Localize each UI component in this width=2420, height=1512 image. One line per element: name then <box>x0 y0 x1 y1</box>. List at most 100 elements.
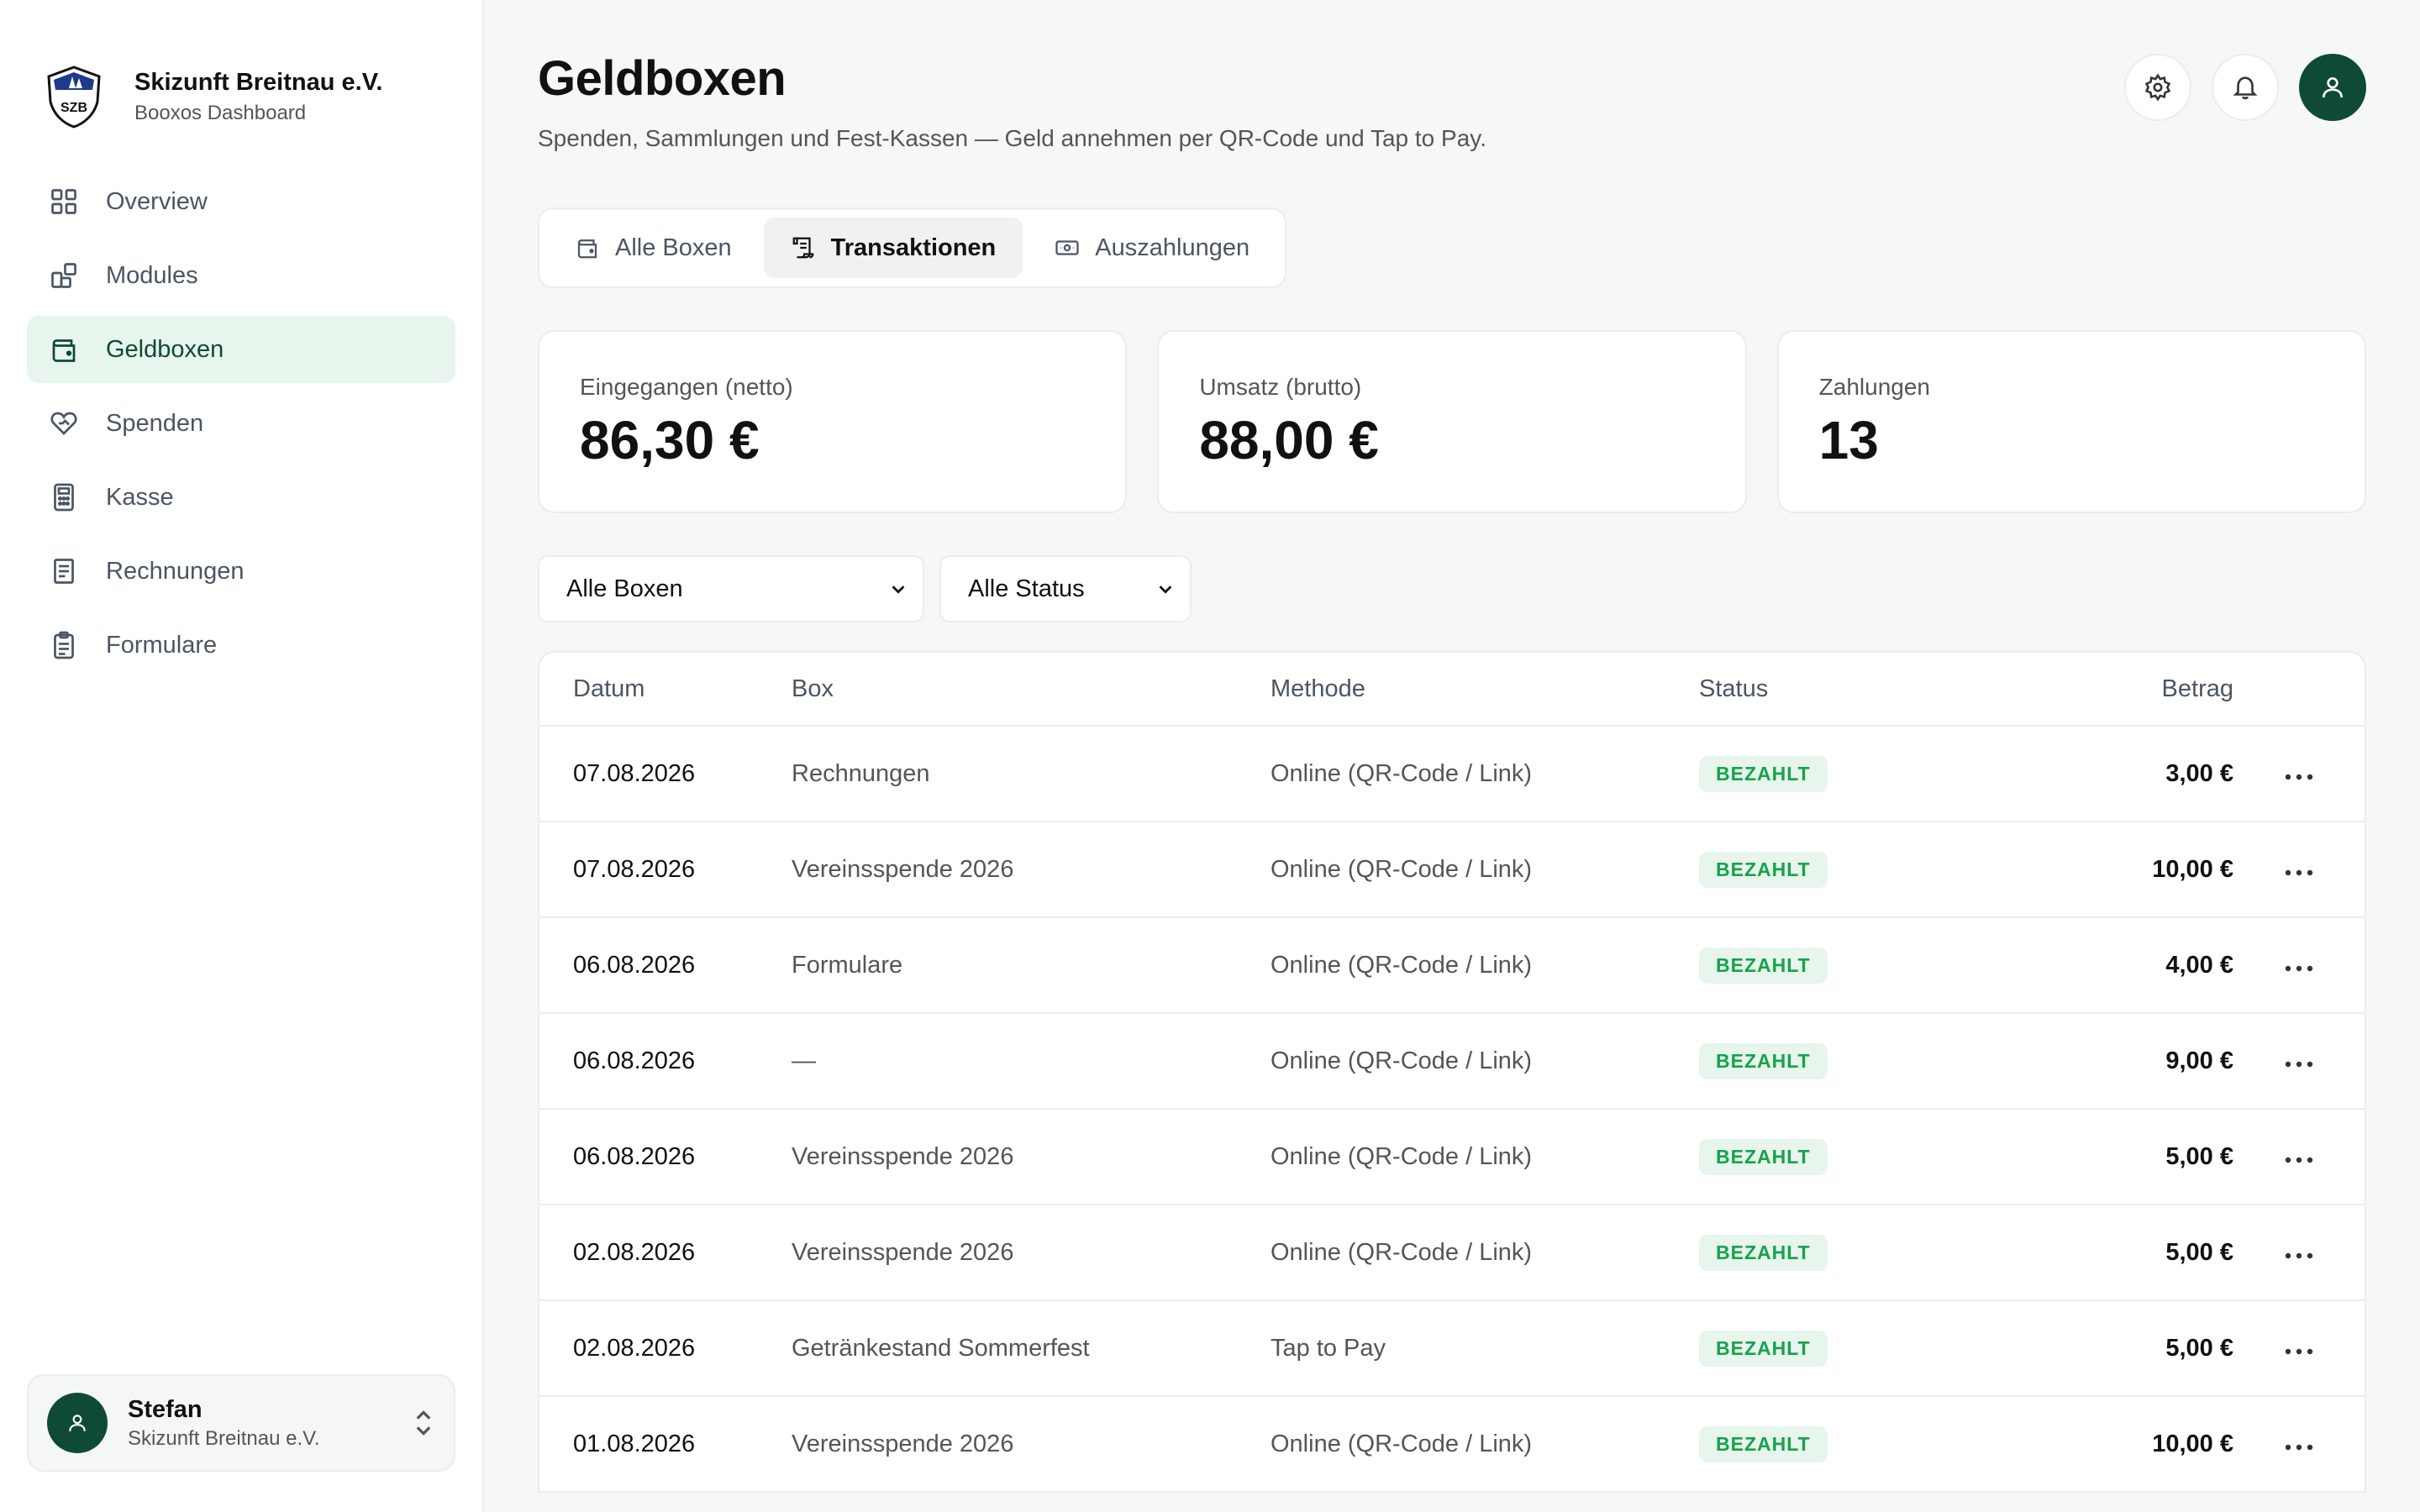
svg-text:SZB: SZB <box>60 101 87 115</box>
status-badge: BEZAHLT <box>1699 1234 1828 1271</box>
row-actions-button[interactable] <box>2284 1431 2314 1458</box>
sidebar-item-geldboxen[interactable]: Geldboxen <box>27 316 455 383</box>
user-name: Stefan <box>128 1395 203 1423</box>
cell-status: BEZAHLT <box>1699 1138 1985 1175</box>
status-badge: BEZAHLT <box>1699 947 1828 984</box>
tab-bar: Alle Boxen Transaktionen Auszahlungen <box>538 207 1287 288</box>
cell-method: Online (QR-Code / Link) <box>1270 1238 1533 1266</box>
cell-amount: 5,00 € <box>2165 1142 2233 1170</box>
table-row[interactable]: 06.08.2026 Formulare Online (QR-Code / L… <box>539 918 2365 1014</box>
sidebar-item-kasse[interactable]: Kasse <box>27 464 455 531</box>
user-org: Skizunft Breitnau e.V. <box>128 1426 320 1450</box>
more-horizontal-icon <box>2285 965 2313 971</box>
table-row[interactable]: 06.08.2026 Vereinsspende 2026 Online (QR… <box>539 1110 2365 1205</box>
table-row[interactable]: 06.08.2026 — Online (QR-Code / Link) BEZ… <box>539 1014 2365 1110</box>
cell-date: 02.08.2026 <box>573 1238 696 1266</box>
cell-amount: 5,00 € <box>2165 1238 2233 1266</box>
notifications-button[interactable] <box>2212 54 2279 121</box>
more-horizontal-icon <box>2285 869 2313 875</box>
table-row[interactable]: 02.08.2026 Getränkestand Sommerfest Tap … <box>539 1301 2365 1397</box>
page-subtitle: Spenden, Sammlungen und Fest-Kassen — Ge… <box>538 125 1486 151</box>
table-row[interactable]: 07.08.2026 Vereinsspende 2026 Online (QR… <box>539 822 2365 918</box>
tab-label: Auszahlungen <box>1095 234 1250 261</box>
chevron-down-icon <box>1159 585 1172 594</box>
cell-box: Formulare <box>792 951 903 979</box>
row-actions-button[interactable] <box>2284 1239 2314 1267</box>
receipt-icon <box>47 554 81 588</box>
heart-hand-icon <box>47 407 81 440</box>
sidebar-item-overview[interactable]: Overview <box>27 168 455 235</box>
select-value: Alle Boxen <box>566 575 683 602</box>
user-switcher[interactable]: Stefan Skizunft Breitnau e.V. <box>27 1374 455 1472</box>
main-content: Geldboxen Spenden, Sammlungen und Fest-K… <box>484 0 2420 1512</box>
cell-date: 02.08.2026 <box>573 1334 696 1362</box>
sidebar: SZB Skizunft Breitnau e.V. Booxos Dashbo… <box>0 0 484 1512</box>
cell-method: Online (QR-Code / Link) <box>1270 855 1533 883</box>
cell-date: 07.08.2026 <box>573 759 696 787</box>
table-row[interactable]: 01.08.2026 Vereinsspende 2026 Online (QR… <box>539 1397 2365 1493</box>
sidebar-item-label: Overview <box>106 187 208 215</box>
stat-label: Umsatz (brutto) <box>1199 374 1362 400</box>
sidebar-item-label: Formulare <box>106 631 218 659</box>
chevron-down-icon <box>892 585 905 594</box>
stat-card-brutto: Umsatz (brutto) 88,00 € <box>1157 330 1747 513</box>
stat-value: 88,00 € <box>1199 410 1379 470</box>
tab-alle-boxen[interactable]: Alle Boxen <box>548 218 759 278</box>
sidebar-item-formulare[interactable]: Formulare <box>27 612 455 679</box>
column-header-amount[interactable]: Betrag <box>1985 675 2233 703</box>
chevron-up-down-icon <box>416 1410 431 1436</box>
club-logo-icon: SZB <box>47 66 101 129</box>
cell-date: 06.08.2026 <box>573 1047 696 1074</box>
column-header-status[interactable]: Status <box>1699 675 1985 703</box>
calculator-icon <box>47 480 81 514</box>
status-badge: BEZAHLT <box>1699 1330 1828 1367</box>
sidebar-item-rechnungen[interactable]: Rechnungen <box>27 538 455 605</box>
row-actions-button[interactable] <box>2284 952 2314 979</box>
cell-method: Online (QR-Code / Link) <box>1270 1142 1533 1170</box>
sidebar-item-spenden[interactable]: Spenden <box>27 390 455 457</box>
row-actions-button[interactable] <box>2284 1143 2314 1171</box>
profile-avatar-button[interactable] <box>2299 54 2366 121</box>
cell-amount: 9,00 € <box>2165 1047 2233 1074</box>
column-header-box[interactable]: Box <box>792 675 1270 703</box>
gear-icon <box>2144 73 2171 102</box>
sidebar-item-modules[interactable]: Modules <box>27 242 455 309</box>
user-icon <box>2323 77 2343 98</box>
cell-method: Online (QR-Code / Link) <box>1270 951 1533 979</box>
cell-date: 06.08.2026 <box>573 951 696 979</box>
box-filter-select[interactable]: Alle Boxen <box>538 555 924 622</box>
scroll-icon <box>792 237 814 259</box>
sidebar-item-label: Spenden <box>106 409 204 437</box>
cell-box: Vereinsspende 2026 <box>792 1430 1014 1457</box>
status-badge: BEZAHLT <box>1699 1138 1828 1175</box>
status-filter-select[interactable]: Alle Status <box>939 555 1192 622</box>
cell-box: Vereinsspende 2026 <box>792 1142 1014 1170</box>
grid-icon <box>47 185 81 218</box>
row-actions-button[interactable] <box>2284 1047 2314 1075</box>
table-row[interactable]: 07.08.2026 Rechnungen Online (QR-Code / … <box>539 727 2365 822</box>
column-header-date[interactable]: Datum <box>539 675 792 703</box>
tab-transaktionen[interactable]: Transaktionen <box>763 218 1023 278</box>
stat-label: Zahlungen <box>1818 374 1930 400</box>
cell-status: BEZAHLT <box>1699 1234 1985 1271</box>
cell-amount: 4,00 € <box>2165 951 2233 979</box>
tab-label: Transaktionen <box>830 234 997 261</box>
status-badge: BEZAHLT <box>1699 851 1828 888</box>
transactions-table: Datum Box Methode Status Betrag 07.08.20… <box>538 651 2366 1493</box>
cell-method: Online (QR-Code / Link) <box>1270 1430 1533 1457</box>
more-horizontal-icon <box>2285 1348 2313 1354</box>
settings-button[interactable] <box>2124 54 2191 121</box>
column-header-method[interactable]: Methode <box>1270 675 1699 703</box>
row-actions-button[interactable] <box>2284 856 2314 884</box>
row-actions-button[interactable] <box>2284 760 2314 788</box>
tab-auszahlungen[interactable]: Auszahlungen <box>1028 218 1276 278</box>
cell-amount: 3,00 € <box>2165 759 2233 787</box>
select-value: Alle Status <box>968 575 1085 602</box>
more-horizontal-icon <box>2285 1252 2313 1258</box>
brand[interactable]: SZB Skizunft Breitnau e.V. Booxos Dashbo… <box>27 0 455 146</box>
org-name: Skizunft Breitnau e.V. <box>134 68 383 96</box>
filter-bar: Alle Boxen Alle Status <box>538 555 2366 622</box>
row-actions-button[interactable] <box>2284 1335 2314 1362</box>
modules-icon <box>47 259 81 292</box>
table-row[interactable]: 02.08.2026 Vereinsspende 2026 Online (QR… <box>539 1205 2365 1301</box>
